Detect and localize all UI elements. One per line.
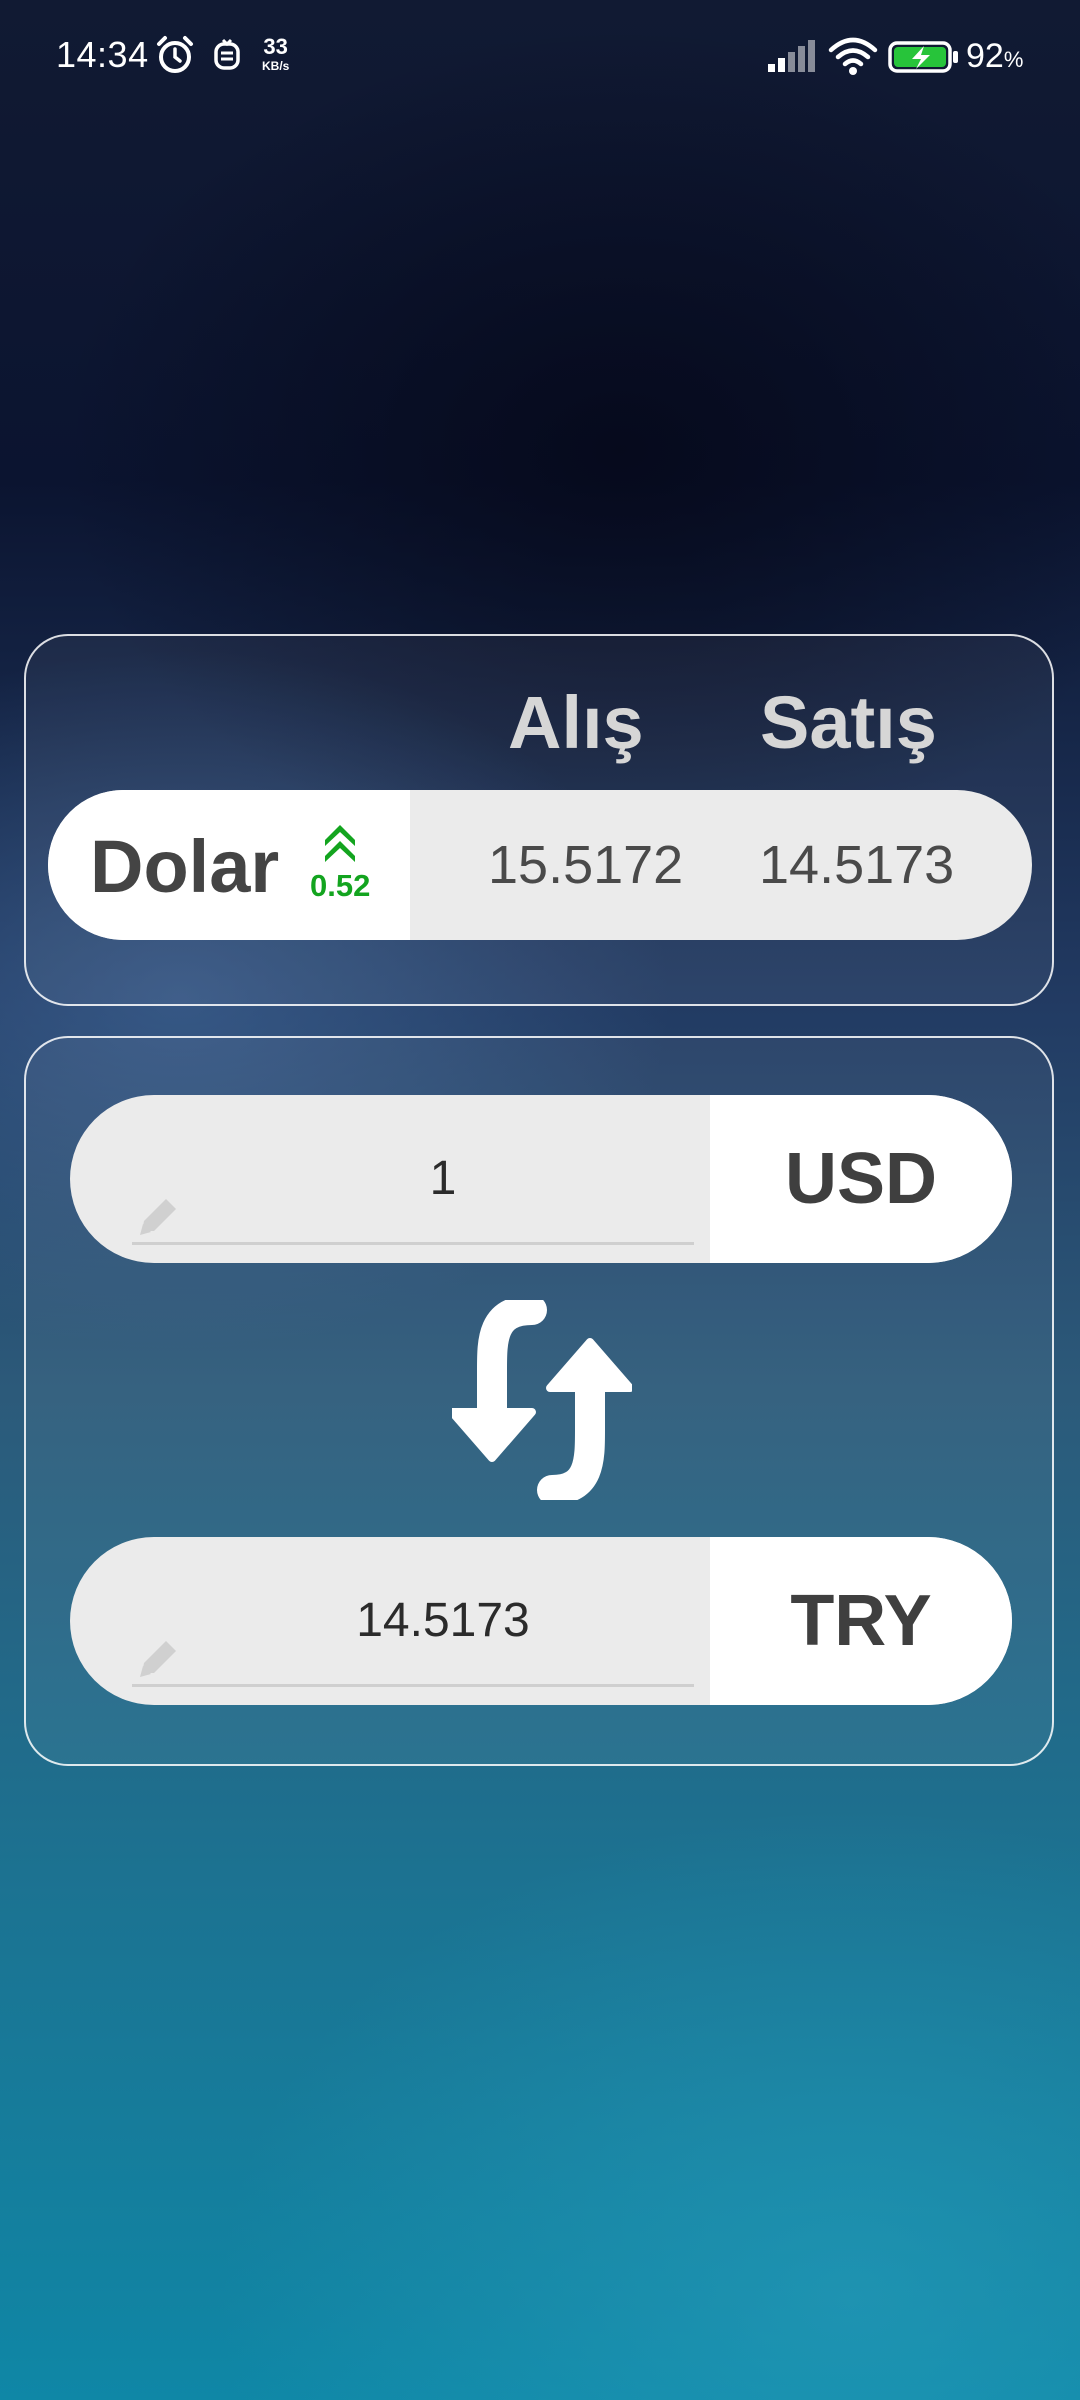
to-amount-underline <box>132 1684 694 1687</box>
pencil-icon <box>134 1191 184 1246</box>
buy-rate: 15.5172 <box>488 835 684 895</box>
from-currency-selector[interactable]: USD <box>710 1095 1012 1263</box>
signal-icon <box>766 40 818 79</box>
sell-column-header: Satış <box>760 681 937 764</box>
battery-unit: % <box>1003 47 1024 72</box>
to-currency-selector[interactable]: TRY <box>710 1537 1012 1705</box>
status-bar: 14:34 33 KB/s 92% <box>0 0 1080 110</box>
battery-value: 92 <box>966 37 1004 75</box>
network-speed: 33 KB/s <box>262 34 290 73</box>
rate-change-value: 0.52 <box>310 868 371 903</box>
to-amount-value: 14.5173 <box>356 1594 530 1647</box>
rate-row-dollar[interactable]: Dolar 0.52 15.5172 14.5173 <box>48 790 1032 940</box>
to-amount-field[interactable]: 14.5173 <box>132 1537 694 1705</box>
from-amount-value: 1 <box>429 1152 457 1205</box>
from-amount-underline <box>132 1242 694 1245</box>
swap-button[interactable] <box>448 1295 634 1505</box>
currency-name: Dolar <box>90 825 280 908</box>
from-amount-field[interactable]: 1 <box>132 1095 694 1263</box>
buy-column-header: Alış <box>508 681 644 764</box>
sell-rate: 14.5173 <box>759 835 955 895</box>
convert-from-row: 1 USD <box>70 1095 1012 1263</box>
face-icon <box>212 38 242 77</box>
pencil-icon <box>134 1633 184 1688</box>
alarm-icon <box>154 34 196 81</box>
currency-name-cell: Dolar 0.52 <box>48 790 410 940</box>
convert-to-row: 14.5173 TRY <box>70 1537 1012 1705</box>
battery-percentage: 92% <box>966 37 1023 76</box>
status-time: 14:34 <box>56 34 149 75</box>
wifi-icon <box>828 36 878 81</box>
network-speed-unit: KB/s <box>262 59 290 73</box>
network-speed-value: 33 <box>263 34 288 59</box>
swap-arrows-icon <box>448 1295 634 1505</box>
battery-charging-icon <box>888 40 960 79</box>
double-chevron-up-icon <box>322 820 358 869</box>
